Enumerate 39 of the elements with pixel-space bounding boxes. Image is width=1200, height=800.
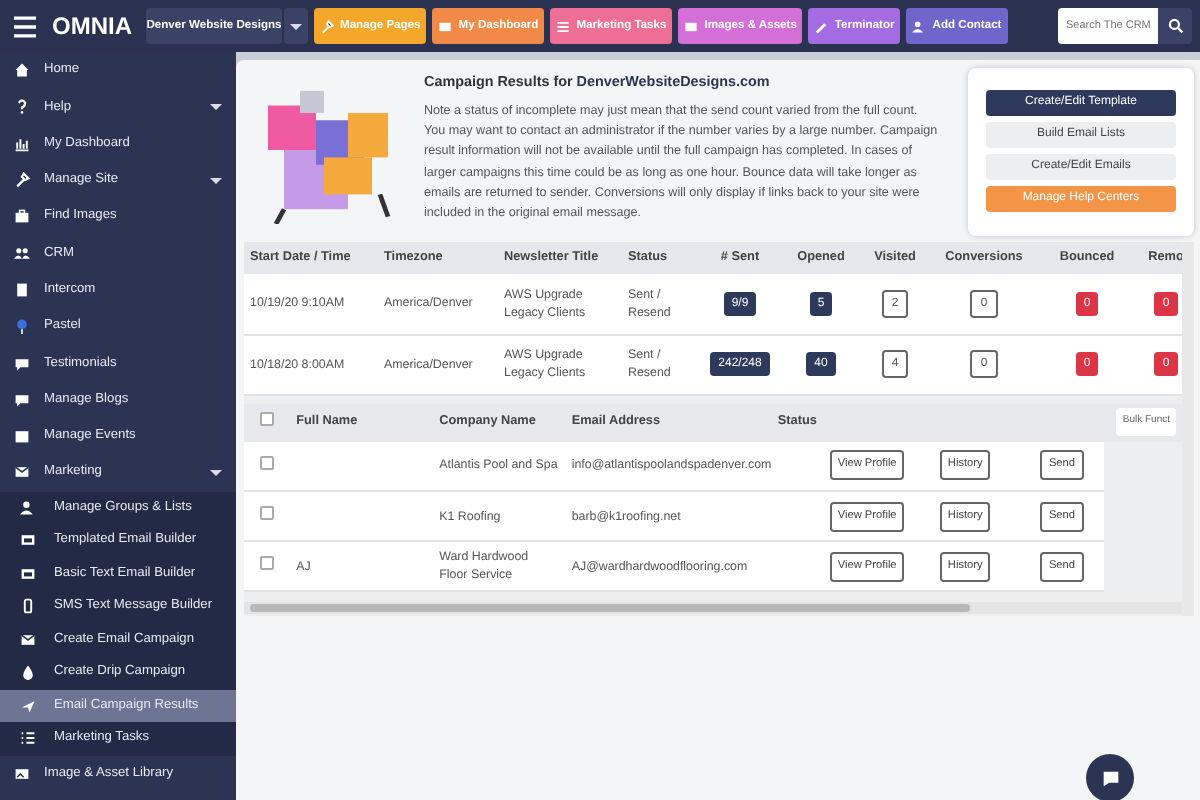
horizontal-scrollbar[interactable] (244, 602, 1182, 614)
list-icon (556, 19, 571, 33)
pencil-icon (814, 19, 829, 33)
chat-icon (14, 391, 30, 408)
person-icon (20, 499, 36, 516)
question-icon (14, 98, 30, 115)
row-checkbox[interactable] (260, 455, 275, 470)
person-icon (912, 19, 927, 33)
pin-icon (14, 318, 30, 335)
calendar-icon (14, 428, 30, 445)
chat-icon (14, 355, 30, 372)
plane-icon (20, 697, 36, 714)
picture-icon (14, 765, 30, 782)
drop-icon (20, 664, 36, 681)
menu-icon[interactable] (12, 15, 38, 37)
envelope-icon (14, 464, 30, 481)
phone-icon (20, 598, 36, 615)
logo[interactable]: OMNIA (52, 14, 132, 38)
caret-icon (210, 469, 222, 476)
people-icon (14, 245, 30, 262)
briefcase-icon (14, 208, 30, 225)
row-checkbox[interactable] (260, 506, 275, 520)
wrench-icon (14, 172, 30, 189)
envelope-icon (20, 631, 36, 648)
house-icon (14, 62, 30, 79)
window-icon (438, 19, 453, 33)
window-icon (684, 19, 699, 33)
square-icon (14, 281, 30, 298)
row-checkbox[interactable] (260, 556, 275, 570)
chart-icon (14, 135, 30, 152)
scrollbar[interactable] (1182, 242, 1194, 615)
search-icon (1167, 18, 1183, 34)
search-button[interactable] (1158, 8, 1192, 44)
list-icon (20, 730, 36, 747)
caret-button[interactable] (284, 8, 308, 44)
wrench-icon (320, 19, 334, 33)
caret-icon (210, 103, 222, 110)
select-all-checkbox[interactable] (260, 411, 275, 426)
caret-icon (210, 177, 222, 184)
